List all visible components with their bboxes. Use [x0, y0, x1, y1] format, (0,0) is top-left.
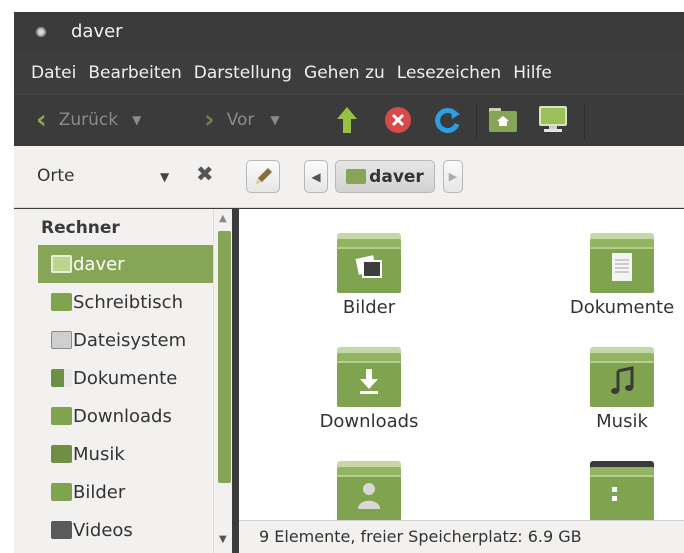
- forward-label: Vor: [226, 110, 255, 130]
- sidebar-header: Rechner: [41, 218, 120, 238]
- home-button[interactable]: [488, 105, 518, 135]
- sidebar-item-dokumente[interactable]: Dokumente: [38, 359, 213, 397]
- sidebar-item-label: Downloads: [73, 405, 172, 427]
- chevron-right-icon: ▶: [448, 170, 458, 183]
- menu-bar: Datei Bearbeiten Darstellung Gehen zu Le…: [14, 52, 684, 94]
- up-button[interactable]: [335, 105, 359, 135]
- chevron-left-icon: ‹: [36, 105, 47, 135]
- file-item-dokumente[interactable]: Dokumente: [537, 233, 684, 318]
- sidebar-item-label: Musik: [73, 443, 125, 465]
- chevron-right-icon: ›: [204, 105, 215, 135]
- pencil-icon: [256, 167, 272, 184]
- sidebar-item-downloads[interactable]: Downloads: [38, 397, 213, 435]
- title-bar[interactable]: daver: [14, 12, 684, 52]
- sidebar-item-daver[interactable]: daver: [38, 245, 213, 283]
- stop-button[interactable]: [384, 105, 412, 135]
- sidebar-scrollbar-thumb[interactable]: [218, 231, 231, 483]
- menu-darstellung[interactable]: Darstellung: [194, 63, 292, 83]
- sidebar-item-label: daver: [73, 253, 125, 275]
- forward-button[interactable]: › Vor ▼: [204, 105, 280, 135]
- file-item-templates[interactable]: [537, 461, 684, 525]
- scroll-up-icon[interactable]: ▲: [219, 213, 227, 224]
- videos-folder-icon: [51, 521, 72, 539]
- file-item-downloads[interactable]: Downloads: [284, 347, 454, 432]
- file-view: Bilder Dokumente Downloads Musik: [239, 209, 684, 553]
- menu-bearbeiten[interactable]: Bearbeiten: [88, 63, 181, 83]
- music-folder-icon: [590, 347, 654, 407]
- sidebar-item-musik[interactable]: Musik: [38, 435, 213, 473]
- chevron-down-icon[interactable]: ▼: [160, 170, 169, 184]
- documents-folder-icon: [590, 233, 654, 293]
- documents-folder-icon: [51, 369, 72, 387]
- pictures-folder-icon: [51, 483, 72, 501]
- downloads-folder-icon: [337, 347, 401, 407]
- reload-button[interactable]: [434, 105, 462, 135]
- downloads-folder-icon: [51, 407, 72, 425]
- places-sidebar: Rechner daver Schreibtisch Dateisystem D…: [14, 209, 232, 553]
- file-item-bilder[interactable]: Bilder: [284, 233, 454, 318]
- menu-lesezeichen[interactable]: Lesezeichen: [397, 63, 501, 83]
- pictures-folder-icon: [337, 233, 401, 293]
- desktop-icon: [51, 293, 72, 311]
- arrow-up-icon: [337, 107, 357, 133]
- menu-datei[interactable]: Datei: [31, 63, 76, 83]
- sidebar-item-schreibtisch[interactable]: Schreibtisch: [38, 283, 213, 321]
- location-bar: Orte ▼ ✖ ◀ daver ▶: [14, 146, 684, 208]
- sidebar-item-label: Dateisystem: [73, 329, 187, 351]
- sidebar-item-dateisystem[interactable]: Dateisystem: [38, 321, 213, 359]
- file-item-label: Musik: [596, 411, 648, 432]
- window-menu-icon[interactable]: [36, 27, 46, 37]
- file-item-label: Dokumente: [569, 297, 675, 318]
- back-label: Zurück: [58, 110, 119, 130]
- sidebar-item-bilder[interactable]: Bilder: [38, 473, 213, 511]
- reload-icon: [435, 108, 460, 133]
- side-pane-selector-label[interactable]: Orte: [37, 166, 75, 186]
- sidebar-item-videos[interactable]: Videos: [38, 511, 213, 549]
- crumb-right-button[interactable]: ▶: [443, 160, 463, 193]
- computer-button[interactable]: [538, 105, 568, 135]
- back-dropdown-icon[interactable]: ▼: [132, 113, 141, 127]
- chevron-left-icon: ◀: [311, 169, 321, 184]
- file-item-label: Bilder: [342, 297, 396, 318]
- home-folder-icon: [51, 255, 72, 273]
- crumb-daver[interactable]: daver: [335, 160, 435, 193]
- status-bar: 9 Elemente, freier Speicherplatz: 6.9 GB: [239, 520, 684, 553]
- music-folder-icon: [51, 445, 72, 463]
- window-title: daver: [71, 21, 123, 42]
- sidebar-item-label: Dokumente: [73, 367, 178, 389]
- toolbar-separator: [476, 103, 477, 139]
- file-manager-window: daver Datei Bearbeiten Darstellung Gehen…: [14, 12, 684, 553]
- sidebar-item-label: Schreibtisch: [73, 291, 183, 313]
- menu-gehen-zu[interactable]: Gehen zu: [304, 63, 385, 83]
- toolbar-separator: [584, 103, 585, 139]
- computer-icon: [539, 106, 567, 132]
- file-item-public[interactable]: [284, 461, 454, 525]
- close-side-pane-icon[interactable]: ✖: [196, 162, 214, 186]
- crumb-left-button[interactable]: ◀: [304, 160, 328, 193]
- templates-folder-icon: [590, 461, 654, 521]
- status-text: 9 Elemente, freier Speicherplatz: 6.9 GB: [259, 527, 582, 546]
- sidebar-scrollbar[interactable]: ▲ ▼: [213, 209, 232, 553]
- sidebar-item-label: Videos: [73, 519, 133, 541]
- scroll-down-icon[interactable]: ▼: [219, 534, 227, 545]
- file-item-label: Downloads: [319, 411, 419, 432]
- toolbar: ‹ Zurück ▼ › Vor ▼: [14, 94, 684, 146]
- file-item-musik[interactable]: Musik: [537, 347, 684, 432]
- forward-dropdown-icon[interactable]: ▼: [270, 113, 279, 127]
- menu-hilfe[interactable]: Hilfe: [513, 63, 552, 83]
- home-folder-icon: [489, 108, 517, 132]
- edit-location-button[interactable]: [246, 160, 280, 193]
- home-folder-icon: [346, 169, 367, 184]
- back-button[interactable]: ‹ Zurück ▼: [36, 105, 141, 135]
- stop-icon: [385, 107, 411, 133]
- drive-icon: [51, 331, 72, 349]
- sidebar-item-label: Bilder: [73, 481, 126, 503]
- crumb-label: daver: [369, 166, 424, 187]
- public-folder-icon: [337, 461, 401, 521]
